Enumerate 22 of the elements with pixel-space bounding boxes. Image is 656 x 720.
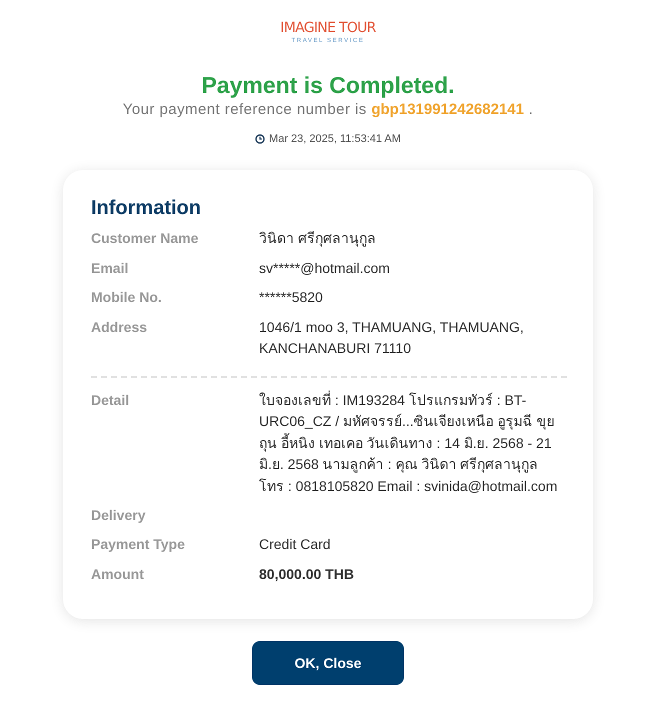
field-value: ******5820 — [259, 288, 324, 307]
field-value: Credit Card — [259, 535, 332, 554]
logo-name: IMAGINE TOUR — [280, 20, 376, 36]
field-label: Payment Type — [91, 535, 186, 554]
clock-icon — [255, 134, 266, 144]
field-label: Delivery — [91, 506, 146, 525]
card-title: Information — [91, 196, 202, 220]
payment-reference-text: Your payment reference number is gbp131991242682141 . — [122, 100, 534, 120]
field-value: sv*****@hotmail.com — [259, 258, 391, 278]
field-label: Mobile No. — [91, 288, 163, 307]
field-label: Email — [91, 258, 130, 278]
field-value: วินิดา ศรีกุศลานุกูล — [259, 229, 377, 249]
payment-status-title: Payment is Completed. — [201, 71, 455, 99]
field-label: Address — [91, 318, 148, 336]
payment-timestamp: Mar 23, 2025, 11:53:41 AM — [269, 132, 401, 146]
field-value: ใบจองเลขที่ : IM193284 โปรแกรมทัวร์ : BT-URC06_CZ / มหัศจรรย์...ซินเจียงเหนือ อูรุมฉี ขุยถุน อี้หนิง เทอเคอ วันเดินทาง : 14 มิ.ย. 2568 - 21 มิ.ย. 2568 นามลูกค้า : คุณ วินิดา ศรีกุศลานุกูล โทร : 0818105820 Email : svinida@hotmail.com — [259, 390, 558, 496]
ok-close-button[interactable]: OK, Close — [252, 641, 404, 685]
field-label: Customer Name — [91, 229, 200, 248]
field-label: Detail — [91, 390, 130, 410]
field-value: 1046/1 moo 3, THAMUANG, THAMUANG, KANCHANABURI 71110 — [259, 318, 525, 358]
field-label: Amount — [91, 564, 145, 584]
field-value: 80,000.00 THB — [259, 564, 355, 584]
